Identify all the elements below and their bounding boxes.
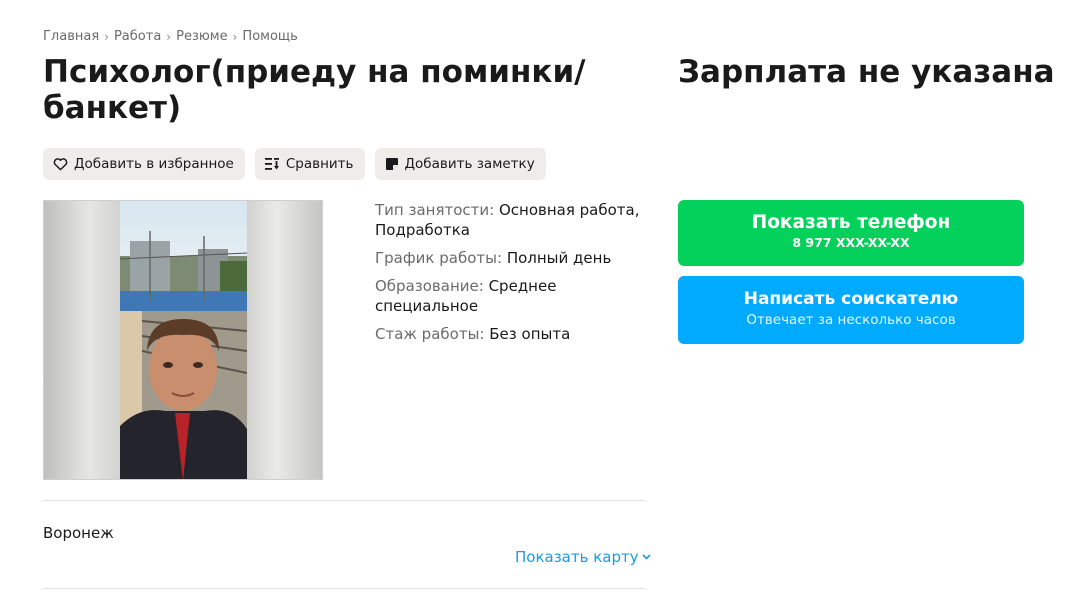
chevron-right-icon: ›: [104, 29, 109, 44]
resume-details: Тип занятости: Основная работа, Подработ…: [375, 200, 645, 352]
education: Образование: Среднее специальное: [375, 276, 645, 316]
breadcrumb-resume[interactable]: Резюме: [176, 29, 228, 44]
experience-value: Без опыта: [489, 325, 571, 343]
show-map-link[interactable]: Показать карту: [515, 548, 651, 566]
add-to-favorites-label: Добавить в избранное: [74, 156, 234, 172]
write-candidate-label: Написать соискателю: [743, 289, 959, 309]
city: Воронеж: [43, 524, 114, 542]
breadcrumb-home[interactable]: Главная: [43, 29, 99, 44]
photo-image: [120, 201, 247, 479]
heart-icon: [53, 158, 68, 171]
compare-icon: [264, 158, 279, 170]
action-bar: Добавить в избранное Сравнить Добавить з…: [43, 148, 546, 180]
add-note-label: Добавить заметку: [404, 156, 535, 172]
chevron-right-icon: ›: [232, 29, 238, 44]
chevron-down-icon: [642, 554, 651, 560]
response-time: Отвечает за несколько часов: [746, 312, 956, 328]
education-label: Образование:: [375, 277, 484, 295]
divider: [43, 500, 645, 501]
compare-label: Сравнить: [285, 156, 354, 172]
show-phone-label: Показать телефон: [751, 212, 951, 233]
employment-label: Тип занятости:: [375, 201, 495, 219]
show-phone-button[interactable]: Показать телефон 8 977 XXX-XX-XX: [678, 200, 1024, 266]
breadcrumb: Главная › Работа › Резюме › Помощь: [43, 29, 298, 44]
salary: Зарплата не указана: [678, 54, 1055, 90]
employment-type: Тип занятости: Основная работа, Подработ…: [375, 200, 645, 240]
schedule-label: График работы:: [375, 249, 503, 267]
divider: [43, 588, 645, 589]
page-title: Психолог(приеду на поминки/ банкет): [43, 54, 586, 126]
phone-masked: 8 977 XXX-XX-XX: [792, 235, 910, 250]
note-icon: [385, 158, 398, 170]
candidate-photo[interactable]: [43, 200, 323, 480]
breadcrumb-help[interactable]: Помощь: [242, 29, 297, 44]
experience: Стаж работы: Без опыта: [375, 324, 645, 344]
photo-blur-left: [44, 201, 120, 479]
compare-button[interactable]: Сравнить: [254, 148, 365, 180]
schedule-value: Полный день: [506, 249, 612, 267]
show-map-label: Показать карту: [515, 548, 639, 566]
breadcrumb-work[interactable]: Работа: [114, 29, 161, 44]
work-schedule: График работы: Полный день: [375, 248, 645, 268]
experience-label: Стаж работы:: [375, 325, 485, 343]
write-candidate-button[interactable]: Написать соискателю Отвечает за нескольк…: [678, 276, 1024, 344]
add-to-favorites-button[interactable]: Добавить в избранное: [43, 148, 245, 180]
chevron-right-icon: ›: [166, 29, 172, 44]
add-note-button[interactable]: Добавить заметку: [374, 148, 546, 180]
photo-blur-right: [246, 201, 322, 479]
